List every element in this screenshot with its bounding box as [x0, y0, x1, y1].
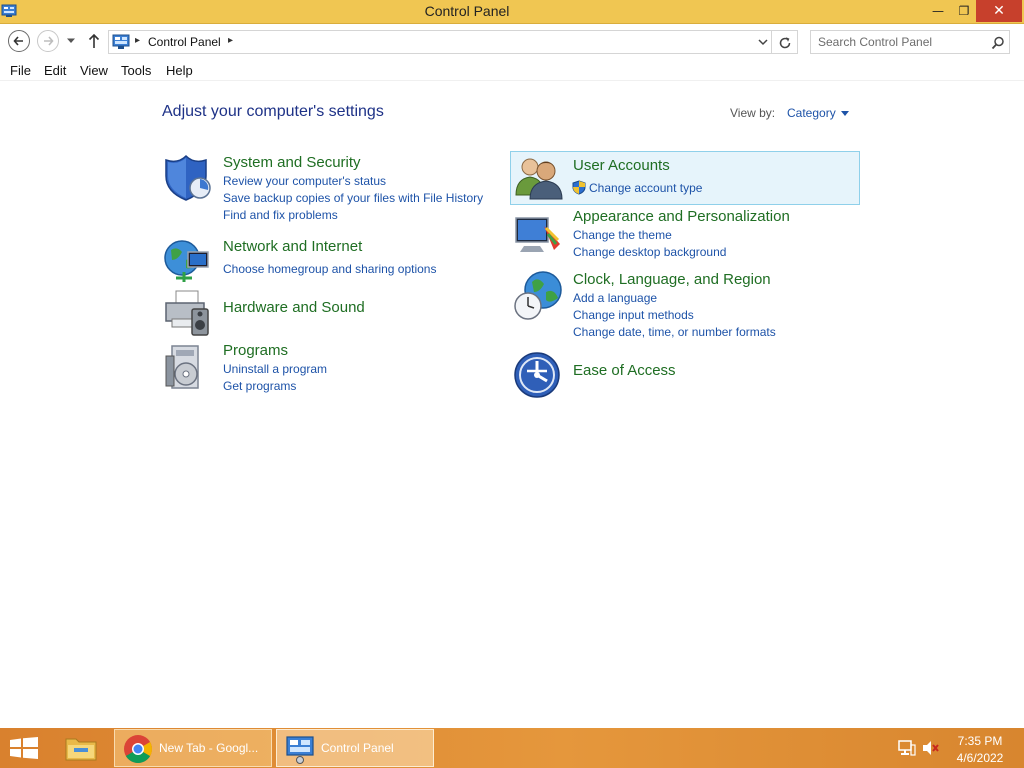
menu-file[interactable]: File: [10, 63, 31, 78]
category-title-clock-language[interactable]: Clock, Language, and Region: [573, 271, 771, 288]
address-bar[interactable]: ▸ Control Panel ▸: [108, 30, 772, 54]
refresh-button[interactable]: [772, 30, 798, 54]
taskbar: New Tab - Googl... Control Panel: [0, 728, 1024, 768]
link-change-account-type[interactable]: Change account type: [589, 181, 702, 195]
taskbar-chrome-label: New Tab - Googl...: [159, 741, 259, 755]
menu-bar: File Edit View Tools Help: [0, 60, 1024, 81]
control-panel-icon: [286, 736, 314, 764]
link-file-history[interactable]: Save backup copies of your files with Fi…: [223, 191, 483, 205]
shield-icon[interactable]: [162, 154, 212, 202]
view-by-dropdown[interactable]: Category: [787, 106, 836, 120]
category-title-ease-of-access[interactable]: Ease of Access: [573, 362, 676, 379]
link-homegroup-sharing[interactable]: Choose homegroup and sharing options: [223, 262, 436, 276]
category-title-programs[interactable]: Programs: [223, 342, 288, 359]
breadcrumb[interactable]: Control Panel: [148, 35, 221, 49]
link-date-time-formats[interactable]: Change date, time, or number formats: [573, 325, 776, 339]
link-change-theme[interactable]: Change the theme: [573, 228, 672, 242]
search-box[interactable]: [810, 30, 1010, 54]
network-globe-icon[interactable]: [162, 238, 212, 284]
network-tray-icon[interactable]: [898, 740, 916, 756]
printer-icon[interactable]: [162, 289, 212, 337]
window-title: Control Panel: [424, 3, 510, 19]
back-button[interactable]: [8, 30, 30, 52]
close-button[interactable]: ✕: [976, 0, 1022, 22]
menu-view[interactable]: View: [80, 63, 108, 78]
programs-icon[interactable]: [164, 344, 210, 392]
taskbar-chrome[interactable]: New Tab - Googl...: [114, 729, 272, 767]
link-review-status[interactable]: Review your computer's status: [223, 174, 386, 188]
chrome-icon: [124, 735, 152, 763]
link-input-methods[interactable]: Change input methods: [573, 308, 694, 322]
clock-globe-icon[interactable]: [512, 270, 564, 322]
ease-of-access-icon[interactable]: [513, 351, 561, 399]
search-icon[interactable]: [991, 36, 1005, 50]
arrow-right-icon: [44, 36, 54, 46]
breadcrumb-separator-icon[interactable]: ▸: [135, 35, 140, 46]
forward-button[interactable]: [37, 30, 59, 52]
control-panel-content: Adjust your computer's settings View by:…: [0, 82, 1024, 728]
category-title-user-accounts[interactable]: User Accounts: [573, 157, 670, 174]
windows-start-icon[interactable]: [10, 737, 38, 759]
search-input[interactable]: [811, 31, 986, 53]
category-title-hardware-sound[interactable]: Hardware and Sound: [223, 299, 365, 316]
taskbar-clock-time[interactable]: 7:35 PM: [948, 734, 1012, 748]
taskbar-file-explorer[interactable]: [58, 729, 106, 767]
category-title-system-security[interactable]: System and Security: [223, 154, 361, 171]
volume-muted-icon[interactable]: [922, 740, 940, 756]
recent-locations-chevron-icon[interactable]: [66, 37, 76, 45]
menu-edit[interactable]: Edit: [44, 63, 66, 78]
breadcrumb-separator-icon[interactable]: ▸: [228, 35, 233, 46]
navigation-bar: ▸ Control Panel ▸: [0, 25, 1024, 59]
taskbar-clock-date[interactable]: 4/6/2022: [948, 751, 1012, 765]
uac-shield-icon: [572, 180, 586, 195]
menu-tools[interactable]: Tools: [121, 63, 151, 78]
arrow-left-icon: [13, 36, 23, 46]
view-by-label: View by:: [730, 106, 776, 120]
users-icon[interactable]: [514, 155, 564, 201]
folder-icon: [65, 738, 97, 761]
category-title-appearance[interactable]: Appearance and Personalization: [573, 208, 790, 225]
menu-help[interactable]: Help: [166, 63, 193, 78]
link-find-fix-problems[interactable]: Find and fix problems: [223, 208, 338, 222]
refresh-icon: [779, 37, 791, 49]
chevron-down-icon[interactable]: [757, 37, 769, 47]
up-arrow-icon[interactable]: [87, 33, 101, 49]
minimize-button[interactable]: —: [924, 0, 952, 22]
link-desktop-background[interactable]: Change desktop background: [573, 245, 726, 259]
caret-down-icon[interactable]: [841, 111, 849, 116]
monitor-palette-icon[interactable]: [514, 214, 564, 258]
page-title: Adjust your computer's settings: [162, 103, 384, 120]
category-title-network-internet[interactable]: Network and Internet: [223, 238, 362, 255]
taskbar-control-panel-label: Control Panel: [321, 741, 394, 755]
taskbar-control-panel[interactable]: Control Panel: [276, 729, 434, 767]
link-get-programs[interactable]: Get programs: [223, 379, 296, 393]
link-add-language[interactable]: Add a language: [573, 291, 657, 305]
link-uninstall-program[interactable]: Uninstall a program: [223, 362, 327, 376]
title-bar: Control Panel — ❐ ✕: [0, 0, 1024, 24]
restore-button[interactable]: ❐: [950, 0, 978, 22]
control-panel-icon: [112, 34, 130, 49]
